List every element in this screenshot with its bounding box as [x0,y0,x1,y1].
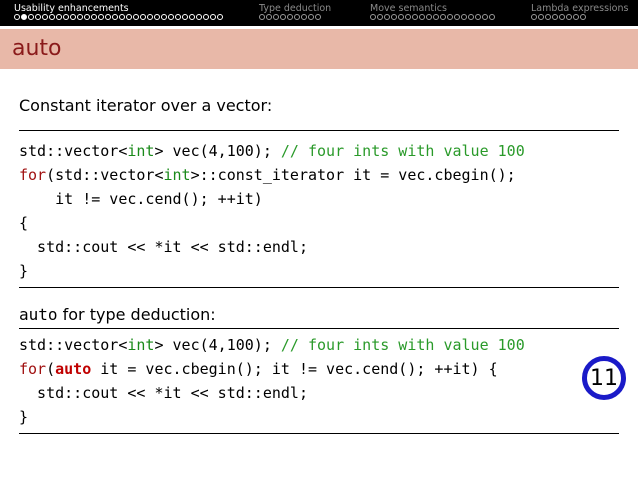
slide-title: auto [12,36,62,61]
nav-dot[interactable] [161,14,167,20]
nav-dot[interactable] [196,14,202,20]
nav-dot[interactable] [273,14,279,20]
nav-dot[interactable] [398,14,404,20]
nav-dot[interactable] [412,14,418,20]
nav-dot[interactable] [105,14,111,20]
nav-dot[interactable] [154,14,160,20]
nav-dot[interactable] [133,14,139,20]
caption-constant-iterator: Constant iterator over a vector: [19,96,273,115]
code-block-auto: std::vector<int> vec(4,100); // four int… [19,336,525,426]
nav-dot[interactable] [370,14,376,20]
nav-dot[interactable] [454,14,460,20]
nav-dot[interactable] [384,14,390,20]
code-block-const-iterator: std::vector<int> vec(4,100); // four int… [19,142,525,280]
nav-dot[interactable] [203,14,209,20]
nav-dot[interactable] [461,14,467,20]
nav-dot[interactable] [77,14,83,20]
nav-dot[interactable] [259,14,265,20]
nav-dot[interactable] [266,14,272,20]
nav-dot[interactable] [538,14,544,20]
nav-dots-usability-enhancements[interactable] [14,14,223,22]
nav-dot[interactable] [21,14,27,20]
nav-dot[interactable] [573,14,579,20]
nav-dot[interactable] [42,14,48,20]
nav-dot[interactable] [447,14,453,20]
nav-dot[interactable] [28,14,34,20]
nav-dot[interactable] [531,14,537,20]
nav-dot[interactable] [84,14,90,20]
nav-dot[interactable] [63,14,69,20]
nav-dot[interactable] [377,14,383,20]
nav-section-lambda-expressions[interactable]: Lambda expressions [531,3,628,14]
divider [19,130,619,131]
nav-dots-lambda-expressions[interactable] [531,14,586,22]
nav-dot[interactable] [35,14,41,20]
caption-auto-text: for type deduction: [57,305,216,324]
nav-dot[interactable] [301,14,307,20]
nav-dot[interactable] [405,14,411,20]
nav-dot[interactable] [433,14,439,20]
nav-dot[interactable] [98,14,104,20]
divider [19,287,619,288]
cpp11-badge: 11 [582,356,626,400]
nav-dot[interactable] [210,14,216,20]
nav-dot[interactable] [91,14,97,20]
nav-dot[interactable] [168,14,174,20]
nav-dot[interactable] [280,14,286,20]
nav-dot[interactable] [475,14,481,20]
nav-dot[interactable] [119,14,125,20]
nav-dot[interactable] [49,14,55,20]
title-bar [0,29,638,69]
nav-section-move-semantics[interactable]: Move semantics [370,3,447,14]
nav-dot[interactable] [175,14,181,20]
nav-dot[interactable] [489,14,495,20]
caption-auto-type-deduction: auto for type deduction: [19,305,216,324]
nav-dot[interactable] [580,14,586,20]
nav-dot[interactable] [545,14,551,20]
nav-dot[interactable] [70,14,76,20]
nav-dot[interactable] [140,14,146,20]
nav-dot[interactable] [189,14,195,20]
nav-dot[interactable] [56,14,62,20]
nav-dot[interactable] [126,14,132,20]
nav-dot[interactable] [468,14,474,20]
nav-dot[interactable] [112,14,118,20]
nav-section-usability-enhancements[interactable]: Usability enhancements [14,3,129,14]
nav-dot[interactable] [294,14,300,20]
nav-dot[interactable] [426,14,432,20]
divider [19,433,619,434]
nav-dots-move-semantics[interactable] [370,14,495,22]
nav-dot[interactable] [391,14,397,20]
nav-dot[interactable] [14,14,20,20]
nav-dot[interactable] [566,14,572,20]
caption-auto-keyword: auto [19,305,58,324]
nav-dots-type-deduction[interactable] [259,14,321,22]
nav-dot[interactable] [217,14,223,20]
nav-dot[interactable] [419,14,425,20]
nav-dot[interactable] [182,14,188,20]
nav-dot[interactable] [482,14,488,20]
nav-dot[interactable] [552,14,558,20]
divider [19,328,619,329]
nav-section-type-deduction[interactable]: Type deduction [259,3,331,14]
nav-dot[interactable] [147,14,153,20]
nav-dot[interactable] [308,14,314,20]
nav-dot[interactable] [440,14,446,20]
nav-dot[interactable] [287,14,293,20]
nav-dot[interactable] [315,14,321,20]
nav-dot[interactable] [559,14,565,20]
